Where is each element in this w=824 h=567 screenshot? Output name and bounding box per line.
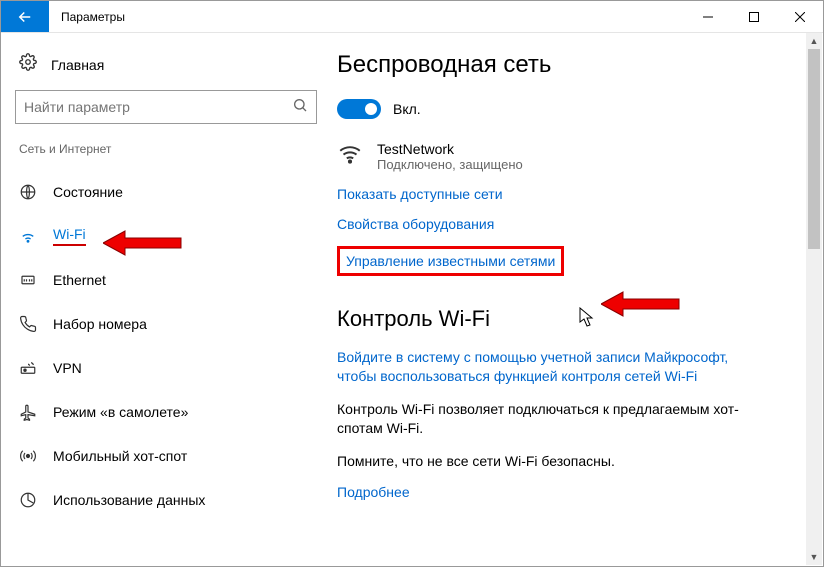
annotation-arrow-icon — [601, 289, 681, 319]
maximize-button[interactable] — [731, 1, 777, 32]
ethernet-icon — [19, 271, 37, 289]
vpn-icon — [19, 359, 37, 377]
sidebar-item-vpn[interactable]: VPN — [15, 346, 317, 390]
page-title: Беспроводная сеть — [337, 51, 799, 79]
scroll-down-button[interactable]: ▼ — [806, 549, 822, 565]
home-nav[interactable]: Главная — [15, 47, 317, 90]
category-label: Сеть и Интернет — [15, 142, 317, 156]
home-label: Главная — [51, 57, 104, 73]
sidebar-item-label: Состояние — [53, 184, 123, 200]
sidebar-item-label: Режим «в самолете» — [53, 404, 188, 420]
sidebar: Главная Сеть и Интернет Состояние Wi-Fi … — [1, 33, 331, 566]
sidebar-item-airplane[interactable]: Режим «в самолете» — [15, 390, 317, 434]
sidebar-item-label: Мобильный хот-спот — [53, 448, 187, 464]
search-input[interactable] — [15, 90, 317, 124]
sidebar-item-hotspot[interactable]: Мобильный хот-спот — [15, 434, 317, 478]
airplane-icon — [19, 403, 37, 421]
sidebar-item-label: Wi-Fi — [53, 226, 86, 246]
vertical-scrollbar[interactable]: ▲ ▼ — [806, 33, 822, 565]
link-manage-networks[interactable]: Управление известными сетями — [337, 246, 564, 276]
toggle-label: Вкл. — [393, 101, 421, 117]
network-name: TestNetwork — [377, 141, 523, 157]
link-more[interactable]: Подробнее — [337, 484, 410, 500]
phone-icon — [19, 315, 37, 333]
wifi-icon — [19, 227, 37, 245]
cursor-icon — [579, 307, 595, 329]
sidebar-item-ethernet[interactable]: Ethernet — [15, 258, 317, 302]
wifi-sense-text2: Помните, что не все сети Wi-Fi безопасны… — [337, 452, 767, 471]
globe-icon — [19, 183, 37, 201]
network-status: Подключено, защищено — [377, 157, 523, 172]
hotspot-icon — [19, 447, 37, 465]
sidebar-item-label: Использование данных — [53, 492, 205, 508]
link-hardware-props[interactable]: Свойства оборудования — [337, 216, 494, 232]
sidebar-item-label: Набор номера — [53, 316, 147, 332]
wifi-sense-heading: Контроль Wi-Fi — [337, 306, 799, 332]
wifi-toggle[interactable] — [337, 99, 381, 119]
sidebar-item-datausage[interactable]: Использование данных — [15, 478, 317, 522]
current-network[interactable]: TestNetwork Подключено, защищено — [337, 141, 799, 172]
back-button[interactable] — [1, 1, 49, 32]
sidebar-item-label: VPN — [53, 360, 82, 376]
link-show-networks[interactable]: Показать доступные сети — [337, 186, 503, 202]
scroll-up-button[interactable]: ▲ — [806, 33, 822, 49]
sidebar-item-label: Ethernet — [53, 272, 106, 288]
wifi-secure-icon — [337, 141, 363, 172]
sidebar-item-dialup[interactable]: Набор номера — [15, 302, 317, 346]
search-icon — [292, 97, 308, 118]
wifi-sense-text1: Контроль Wi-Fi позволяет подключаться к … — [337, 400, 767, 438]
scroll-thumb[interactable] — [808, 49, 820, 249]
minimize-button[interactable] — [685, 1, 731, 32]
data-icon — [19, 491, 37, 509]
search-field[interactable] — [24, 99, 292, 115]
sidebar-item-status[interactable]: Состояние — [15, 170, 317, 214]
link-signin[interactable]: Войдите в систему с помощью учетной запи… — [337, 348, 767, 386]
window-title: Параметры — [49, 1, 685, 32]
gear-icon — [19, 53, 37, 76]
close-button[interactable] — [777, 1, 823, 32]
annotation-arrow-icon — [103, 228, 183, 258]
main-content: Беспроводная сеть Вкл. TestNetwork Подкл… — [331, 33, 823, 566]
